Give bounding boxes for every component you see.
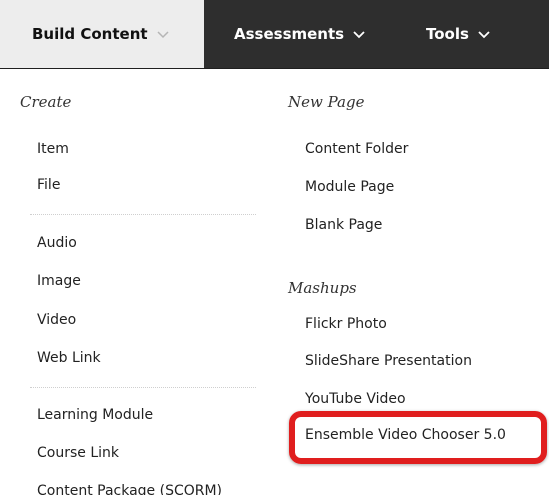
- menu-item-content-package-scorm[interactable]: Content Package (SCORM): [37, 483, 222, 495]
- tab-label: Build Content: [32, 25, 148, 43]
- menu-item-content-folder[interactable]: Content Folder: [305, 141, 408, 157]
- build-content-dropdown: Create Item File Audio Image Video Web L…: [0, 69, 549, 495]
- menu-item-web-link[interactable]: Web Link: [37, 350, 101, 366]
- menu-item-flickr-photo[interactable]: Flickr Photo: [305, 316, 387, 332]
- menu-divider: [30, 387, 256, 388]
- tab-label: Tools: [426, 25, 469, 43]
- menu-item-item[interactable]: Item: [37, 141, 69, 157]
- menu-item-video[interactable]: Video: [37, 312, 76, 328]
- menu-item-image[interactable]: Image: [37, 273, 81, 289]
- toolbar-overflow-edge: [542, 0, 549, 68]
- tab-tools[interactable]: Tools: [426, 0, 491, 68]
- build-content-menu-page: Build Content Assessments Tools Create I…: [0, 0, 549, 495]
- menu-item-audio[interactable]: Audio: [37, 235, 77, 251]
- menu-item-blank-page[interactable]: Blank Page: [305, 217, 382, 233]
- chevron-down-icon: [352, 29, 366, 39]
- menu-item-slideshare-presentation[interactable]: SlideShare Presentation: [305, 353, 472, 369]
- menu-item-file[interactable]: File: [37, 177, 60, 193]
- menu-item-youtube-video[interactable]: YouTube Video: [305, 391, 406, 407]
- menu-item-module-page[interactable]: Module Page: [305, 179, 394, 195]
- menu-item-course-link[interactable]: Course Link: [37, 445, 119, 461]
- menu-item-learning-module[interactable]: Learning Module: [37, 407, 153, 423]
- section-heading-create: Create: [20, 93, 72, 111]
- tab-label: Assessments: [234, 25, 345, 43]
- section-heading-mashups: Mashups: [288, 279, 357, 297]
- section-heading-new-page: New Page: [288, 93, 365, 111]
- menu-divider: [30, 214, 256, 215]
- menu-item-ensemble-video-chooser[interactable]: Ensemble Video Chooser 5.0: [305, 427, 506, 443]
- chevron-down-icon: [156, 29, 170, 39]
- tab-build-content[interactable]: Build Content: [0, 0, 204, 68]
- chevron-down-icon: [477, 29, 491, 39]
- tab-assessments[interactable]: Assessments: [234, 0, 366, 68]
- course-toolbar: Build Content Assessments Tools: [0, 0, 549, 69]
